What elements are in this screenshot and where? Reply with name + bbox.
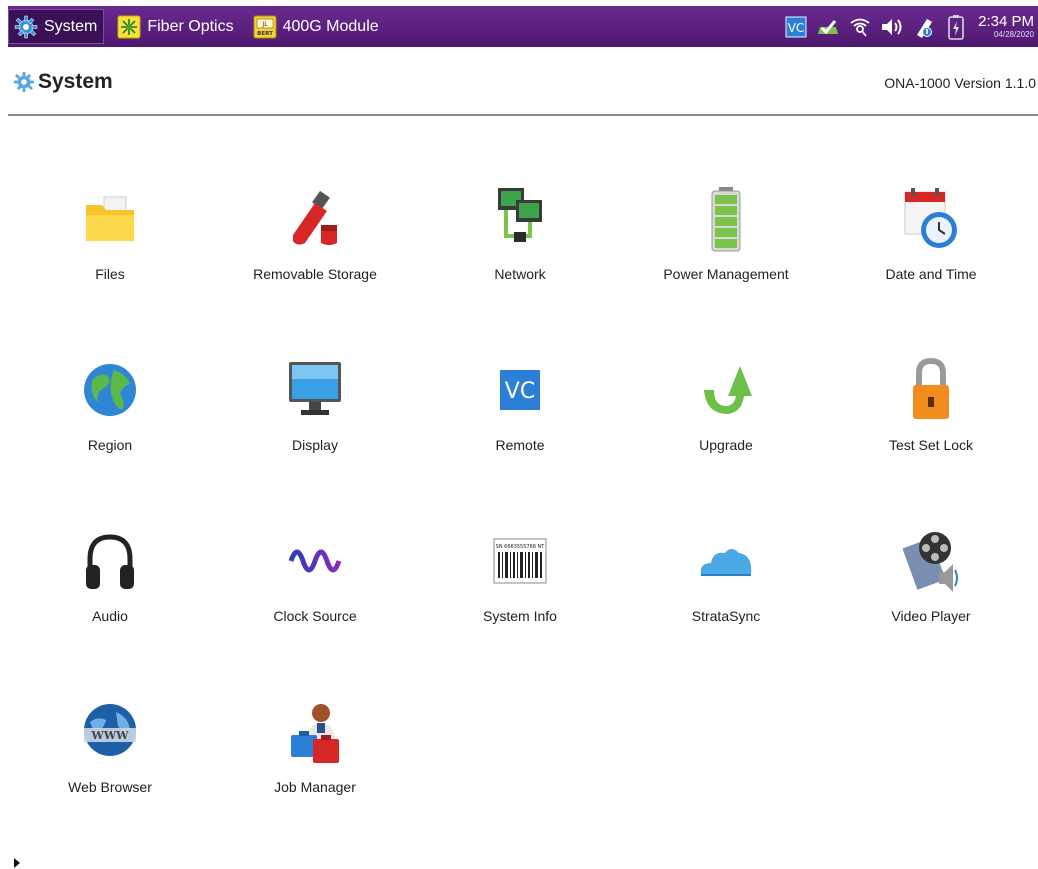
app-web-browser[interactable]: WWW Web Browser xyxy=(10,633,210,795)
app-job-manager[interactable]: Job Manager xyxy=(215,633,415,795)
clock-time: 2:34 PM xyxy=(978,13,1034,30)
page-title-text: System xyxy=(38,70,113,93)
tab-system[interactable]: System xyxy=(8,9,105,44)
monitor-icon xyxy=(285,357,345,423)
app-region[interactable]: Region xyxy=(10,291,210,453)
usb-icon[interactable] xyxy=(911,14,937,40)
globe-icon xyxy=(80,357,140,423)
connected-check-icon[interactable] xyxy=(815,14,841,40)
padlock-icon xyxy=(901,357,961,423)
www-text: WWW xyxy=(90,729,129,742)
page-title: System xyxy=(12,70,113,94)
app-label: Files xyxy=(95,266,125,282)
app-label: StrataSync xyxy=(691,608,761,624)
wifi-icon[interactable] xyxy=(847,14,873,40)
app-removable-storage[interactable]: Removable Storage xyxy=(215,120,415,282)
app-files[interactable]: Files xyxy=(10,120,210,282)
usb-drive-icon xyxy=(285,186,345,252)
app-audio[interactable]: Audio xyxy=(10,462,210,624)
app-power-management[interactable]: Power Management xyxy=(626,120,826,282)
gear-icon xyxy=(12,70,36,94)
barcode-icon: SN 6663555768 NT xyxy=(490,528,550,594)
status-tray: VC 2:34 PM 04/28/2020 xyxy=(780,6,1038,47)
network-icon xyxy=(490,186,550,252)
app-upgrade[interactable]: Upgrade xyxy=(626,291,826,453)
app-stratasync[interactable]: StrataSync xyxy=(626,462,826,624)
folder-icon xyxy=(80,186,140,252)
app-label: System Info xyxy=(483,608,557,624)
app-system-info[interactable]: SN 6663555768 NT System Info xyxy=(420,462,620,624)
tab-fiber-optics-label: Fiber Optics xyxy=(147,17,234,35)
mouse-pointer-icon xyxy=(14,858,20,868)
remote-icon-text: VC xyxy=(505,379,535,404)
version-label: ONA-1000 Version 1.1.0 xyxy=(884,75,1036,91)
app-label: Test Set Lock xyxy=(888,437,974,453)
app-label: Date and Time xyxy=(885,266,977,282)
film-reel-icon xyxy=(901,528,961,594)
tab-400g-module[interactable]: JL BERT 400G Module xyxy=(248,9,385,44)
clock-date: 04/28/2020 xyxy=(993,30,1034,39)
battery-icon xyxy=(696,186,756,252)
bert-module-icon: JL BERT xyxy=(252,14,278,40)
app-label: Audio xyxy=(92,608,128,624)
app-label: Job Manager xyxy=(274,779,356,795)
clock: 2:34 PM 04/28/2020 xyxy=(978,14,1034,39)
tab-400g-module-label: 400G Module xyxy=(282,17,379,35)
app-label: Region xyxy=(87,437,133,453)
tab-system-label: System xyxy=(44,17,98,35)
app-label: Network xyxy=(494,266,546,282)
app-video-player[interactable]: Video Player xyxy=(831,462,1031,624)
app-grid: Files Removable Storage Network Power Ma… xyxy=(0,120,1038,840)
app-clock-source[interactable]: Clock Source xyxy=(215,462,415,624)
tab-fiber-optics[interactable]: Fiber Optics xyxy=(112,9,239,44)
app-label: Upgrade xyxy=(699,437,753,453)
volume-icon[interactable] xyxy=(879,14,905,40)
app-label: Power Management xyxy=(663,266,789,282)
app-label: Clock Source xyxy=(273,608,357,624)
headphones-icon xyxy=(80,528,140,594)
app-label: Removable Storage xyxy=(253,266,377,282)
fiber-optics-icon xyxy=(116,14,142,40)
app-remote[interactable]: VC Remote xyxy=(420,291,620,453)
battery-icon[interactable] xyxy=(943,14,969,40)
gear-icon xyxy=(13,14,39,40)
bert-top-text: JL xyxy=(261,21,268,28)
app-date-and-time[interactable]: Date and Time xyxy=(831,120,1031,282)
vnc-icon[interactable]: VC xyxy=(783,14,809,40)
job-manager-icon xyxy=(285,699,345,765)
cloud-icon xyxy=(696,528,756,594)
title-bar: System Fiber Optics JL BERT 400G Module V… xyxy=(8,6,1038,47)
app-label: Remote xyxy=(495,437,545,453)
app-label: Video Player xyxy=(891,608,971,624)
app-test-set-lock[interactable]: Test Set Lock xyxy=(831,291,1031,453)
calendar-clock-icon xyxy=(901,186,961,252)
app-display[interactable]: Display xyxy=(215,291,415,453)
app-label: Display xyxy=(292,437,338,453)
www-globe-icon: WWW xyxy=(80,699,140,765)
vnc-icon: VC xyxy=(490,357,550,423)
page-header: System ONA-1000 Version 1.1.0 xyxy=(8,48,1038,116)
app-label: Web Browser xyxy=(68,779,152,795)
bert-bottom-text: BERT xyxy=(257,31,273,37)
barcode-serial-text: SN 6663555768 NT xyxy=(496,544,546,550)
waveform-icon xyxy=(285,528,345,594)
app-network[interactable]: Network xyxy=(420,120,620,282)
upgrade-arrow-icon xyxy=(696,357,756,423)
vnc-status-text: VC xyxy=(788,21,805,35)
